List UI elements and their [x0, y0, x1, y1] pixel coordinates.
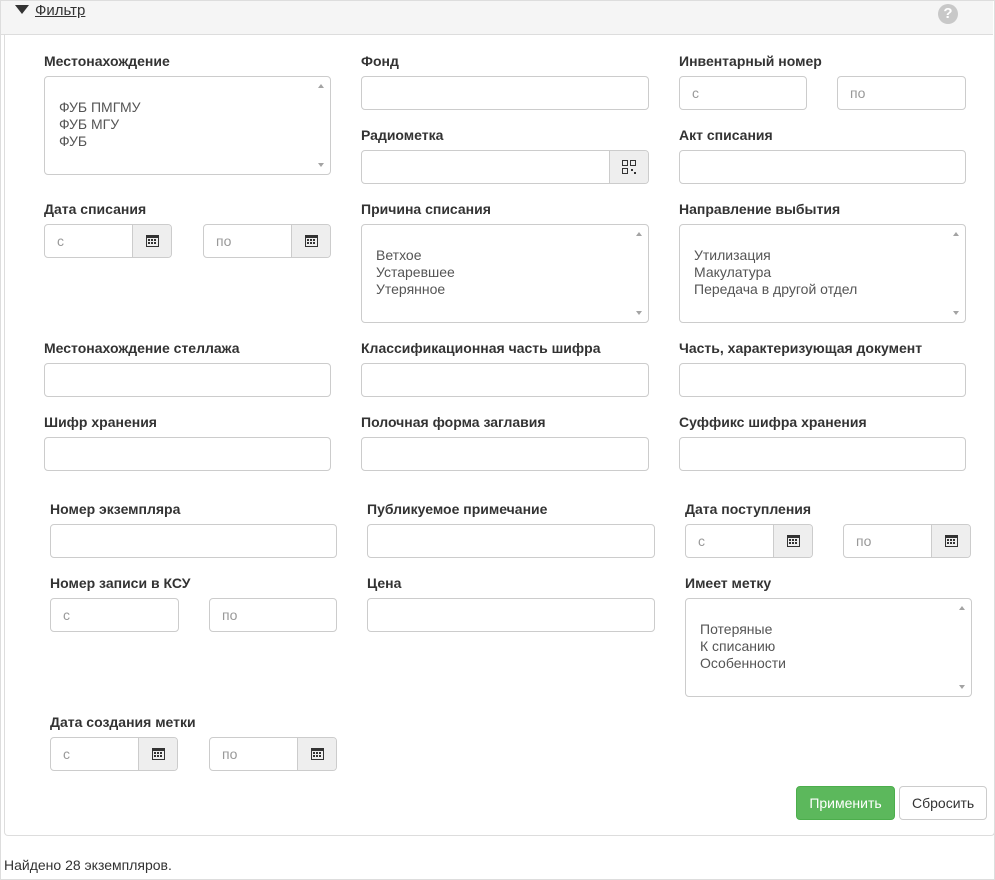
scroll-up-arrow-icon[interactable]	[959, 606, 965, 610]
writeoff-reason-label: Причина списания	[361, 201, 491, 217]
price-label: Цена	[367, 575, 402, 591]
list-item[interactable]: Утилизация	[694, 247, 951, 264]
calendar-icon	[304, 235, 318, 247]
mark-created-date-from-group	[50, 737, 178, 771]
listbox-scrollbar[interactable]	[314, 78, 329, 173]
document-part-input[interactable]	[679, 363, 966, 397]
list-item[interactable]: Макулатура	[694, 264, 951, 281]
scroll-down-arrow-icon[interactable]	[953, 311, 959, 315]
price-input[interactable]	[367, 598, 655, 632]
scroll-up-arrow-icon[interactable]	[953, 232, 959, 236]
qr-scan-button[interactable]	[609, 151, 648, 183]
writeoff-date-from-input[interactable]	[45, 225, 133, 257]
public-note-label: Публикуемое примечание	[367, 501, 548, 517]
apply-button[interactable]: Применить	[796, 786, 895, 820]
reset-button[interactable]: Сбросить	[899, 786, 987, 820]
storage-code-label: Шифр хранения	[44, 414, 157, 430]
list-item[interactable]: К списанию	[700, 638, 957, 655]
fund-label: Фонд	[361, 53, 399, 69]
radiomark-input[interactable]	[362, 151, 608, 183]
radiomark-label: Радиометка	[361, 127, 444, 143]
list-item[interactable]: ФУБ МГУ	[59, 116, 316, 133]
writeoff-act-label: Акт списания	[679, 127, 773, 143]
list-item[interactable]: Передача в другой отдел	[694, 281, 951, 298]
writeoff-reason-listbox[interactable]: Ветхое Устаревшее Утерянное	[361, 224, 649, 323]
storage-code-suffix-label: Суффикс шифра хранения	[679, 414, 867, 430]
shelf-title-label: Полочная форма заглавия	[361, 414, 546, 430]
list-item[interactable]: ФУБ ПМГМУ	[59, 99, 316, 116]
ksu-record-label: Номер записи в КСУ	[50, 575, 191, 591]
has-mark-listbox[interactable]: Потеряные К списанию Особенности	[685, 598, 972, 697]
document-part-label: Часть, характеризующая документ	[679, 340, 923, 356]
inventory-number-label: Инвентарный номер	[679, 53, 822, 69]
list-item[interactable]: Особенности	[700, 655, 957, 672]
scroll-up-arrow-icon[interactable]	[318, 84, 324, 88]
inventory-number-from-input[interactable]	[679, 76, 807, 110]
inventory-number-to-input[interactable]	[837, 76, 966, 110]
filter-panel-header[interactable]: Фильтр ?	[1, 1, 993, 35]
writeoff-date-from-group	[44, 224, 172, 258]
calendar-icon	[786, 535, 800, 547]
mark-created-date-from-calendar-button[interactable]	[138, 738, 177, 770]
fund-input[interactable]	[361, 76, 649, 110]
shelf-title-input[interactable]	[361, 437, 649, 471]
radiomark-input-group	[361, 150, 649, 184]
rack-location-label: Местонахождение стеллажа	[44, 340, 240, 356]
scroll-down-arrow-icon[interactable]	[636, 311, 642, 315]
writeoff-act-input[interactable]	[679, 150, 966, 184]
filter-toggle-link[interactable]: Фильтр	[35, 2, 85, 19]
receipt-date-from-group	[685, 524, 813, 558]
qr-code-icon	[622, 160, 636, 174]
scroll-down-arrow-icon[interactable]	[318, 163, 324, 167]
storage-code-input[interactable]	[44, 437, 331, 471]
writeoff-date-to-group	[203, 224, 331, 258]
list-item[interactable]: Потеряные	[700, 621, 957, 638]
writeoff-date-label: Дата списания	[44, 201, 147, 217]
receipt-date-label: Дата поступления	[685, 501, 812, 517]
mark-created-date-to-group	[209, 737, 337, 771]
caret-down-icon[interactable]	[15, 5, 29, 14]
writeoff-date-from-calendar-button[interactable]	[132, 225, 171, 257]
location-listbox[interactable]: ФУБ ПМГМУ ФУБ МГУ ФУБ	[44, 76, 331, 175]
location-label: Местонахождение	[44, 53, 170, 69]
copy-number-input[interactable]	[50, 524, 337, 558]
receipt-date-to-input[interactable]	[844, 525, 932, 557]
writeoff-date-to-calendar-button[interactable]	[291, 225, 330, 257]
question-circle-icon[interactable]: ?	[938, 4, 958, 24]
mark-created-date-label: Дата создания метки	[50, 714, 196, 730]
classification-part-input[interactable]	[361, 363, 649, 397]
list-item[interactable]: Ветхое	[376, 247, 634, 264]
disposal-direction-label: Направление выбытия	[679, 201, 841, 217]
listbox-scrollbar[interactable]	[949, 226, 964, 321]
receipt-date-to-group	[843, 524, 971, 558]
scroll-down-arrow-icon[interactable]	[959, 685, 965, 689]
calendar-icon	[944, 535, 958, 547]
calendar-icon	[145, 235, 159, 247]
list-item[interactable]: Утерянное	[376, 281, 634, 298]
ksu-record-from-input[interactable]	[50, 598, 179, 632]
calendar-icon	[310, 748, 324, 760]
results-count-text: Найдено 28 экземпляров.	[4, 857, 172, 873]
has-mark-label: Имеет метку	[685, 575, 772, 591]
scroll-up-arrow-icon[interactable]	[636, 232, 642, 236]
receipt-date-from-calendar-button[interactable]	[773, 525, 812, 557]
copy-number-label: Номер экземпляра	[50, 501, 181, 517]
listbox-scrollbar[interactable]	[955, 600, 970, 695]
classification-part-label: Классификационная часть шифра	[361, 340, 601, 356]
list-item[interactable]: ФУБ	[59, 133, 316, 150]
disposal-direction-listbox[interactable]: Утилизация Макулатура Передача в другой …	[679, 224, 966, 323]
storage-code-suffix-input[interactable]	[679, 437, 966, 471]
mark-created-date-from-input[interactable]	[51, 738, 139, 770]
list-item[interactable]: Устаревшее	[376, 264, 634, 281]
receipt-date-to-calendar-button[interactable]	[931, 525, 970, 557]
public-note-input[interactable]	[367, 524, 655, 558]
ksu-record-to-input[interactable]	[209, 598, 337, 632]
rack-location-input[interactable]	[44, 363, 331, 397]
mark-created-date-to-input[interactable]	[210, 738, 298, 770]
writeoff-date-to-input[interactable]	[204, 225, 292, 257]
calendar-icon	[151, 748, 165, 760]
listbox-scrollbar[interactable]	[632, 226, 647, 321]
mark-created-date-to-calendar-button[interactable]	[297, 738, 336, 770]
receipt-date-from-input[interactable]	[686, 525, 774, 557]
